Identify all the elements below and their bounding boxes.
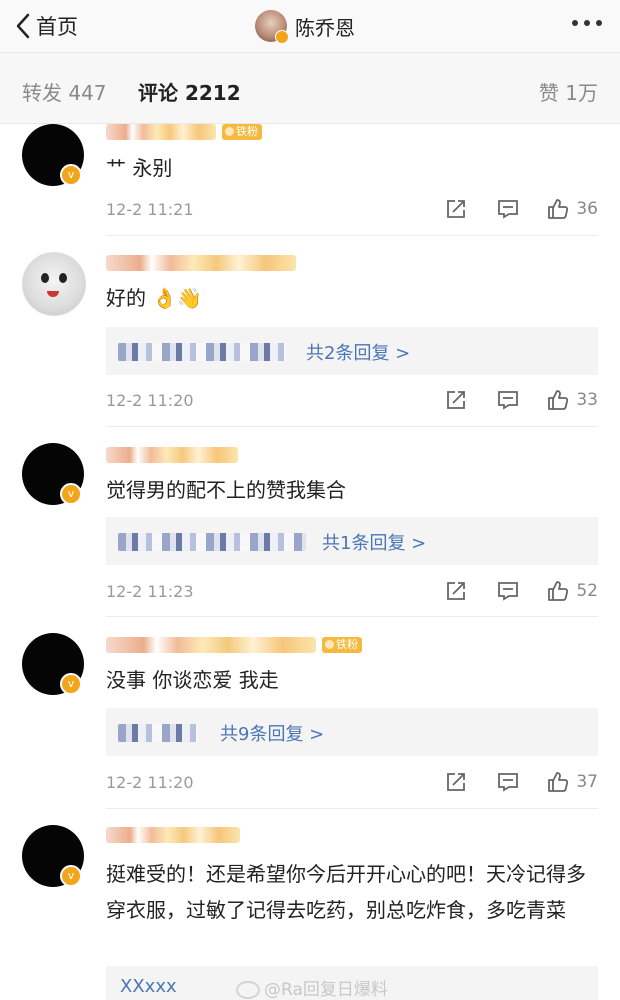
- avatar[interactable]: v: [22, 825, 84, 887]
- like-count: 36: [576, 199, 598, 219]
- more-dots-icon[interactable]: [572, 20, 602, 26]
- share-icon[interactable]: [444, 770, 468, 794]
- like-button[interactable]: 37: [546, 770, 598, 794]
- avatar[interactable]: v: [22, 124, 84, 186]
- thumbs-up-icon: [548, 199, 569, 219]
- tab-bar: 转发 447 评论 2212 赞 1万: [0, 53, 620, 124]
- reply-count-link[interactable]: 共2条回复 >: [306, 339, 410, 365]
- divider: [106, 426, 598, 427]
- reply-preview[interactable]: 共2条回复 >: [106, 327, 598, 375]
- reply-username[interactable]: XXxxx: [120, 976, 177, 997]
- emoji: 👌👋: [152, 286, 203, 310]
- page-title: 陈乔恩: [295, 15, 355, 40]
- verified-badge-icon: [275, 30, 289, 44]
- avatar[interactable]: v: [22, 443, 84, 505]
- thumbs-up-icon: [548, 390, 569, 410]
- comment-time: 12-2 11:20: [106, 391, 194, 410]
- username[interactable]: [106, 637, 316, 653]
- username[interactable]: [106, 255, 296, 271]
- comment-actions: 52: [416, 579, 598, 603]
- comment-icon[interactable]: [496, 388, 520, 412]
- like-count: 37: [576, 772, 598, 792]
- divider: [106, 616, 598, 617]
- comment-icon[interactable]: [496, 770, 520, 794]
- profile-title[interactable]: 陈乔恩: [255, 8, 355, 44]
- comment-icon[interactable]: [496, 197, 520, 221]
- share-icon[interactable]: [444, 197, 468, 221]
- like-button[interactable]: 52: [546, 579, 598, 603]
- comment-text: 艹 永别: [106, 156, 173, 180]
- comment-icon[interactable]: [496, 579, 520, 603]
- comment-actions: 33: [416, 388, 598, 412]
- back-label: 首页: [36, 15, 78, 39]
- verified-badge-icon: v: [60, 164, 82, 186]
- username[interactable]: [106, 447, 238, 463]
- comment-text: 好的 👌👋: [106, 283, 606, 313]
- fan-badge: 铁粉: [222, 124, 262, 140]
- like-count: 52: [576, 581, 598, 601]
- thumbs-up-icon: [548, 772, 569, 792]
- avatar[interactable]: v: [22, 633, 84, 695]
- watermark: @Ra回复日爆料: [236, 975, 388, 1000]
- comment-time: 12-2 11:21: [106, 200, 194, 219]
- divider: [106, 808, 598, 809]
- tab-forward[interactable]: 转发 447: [22, 77, 107, 106]
- reply-preview[interactable]: 共1条回复 >: [106, 517, 598, 565]
- avatar[interactable]: [22, 252, 86, 316]
- comment-actions: 36: [416, 197, 598, 221]
- comment-time: 12-2 11:20: [106, 773, 194, 792]
- like-button[interactable]: 36: [546, 197, 598, 221]
- fan-badge: 铁粉: [322, 637, 362, 653]
- username[interactable]: [106, 827, 240, 843]
- back-button[interactable]: 首页: [14, 10, 78, 42]
- reply-count-link[interactable]: 共9条回复 >: [220, 720, 324, 746]
- username[interactable]: [106, 124, 216, 140]
- like-count: 33: [576, 390, 598, 410]
- thumbs-up-icon: [548, 581, 569, 601]
- tab-comments[interactable]: 评论 2212: [138, 77, 241, 106]
- comment-text: 没事 你谈恋爱 我走: [106, 668, 279, 692]
- top-nav-bar: 首页 陈乔恩: [0, 0, 620, 53]
- like-button[interactable]: 33: [546, 388, 598, 412]
- verified-badge-icon: v: [60, 673, 82, 695]
- tab-likes[interactable]: 赞 1万: [539, 77, 598, 106]
- comment-text: 挺难受的！还是希望你今后开开心心的吧！天冷记得多穿衣服，过敏了记得去吃药，别总吃…: [106, 862, 586, 922]
- reply-preview[interactable]: 共9条回复 >: [106, 708, 598, 756]
- comment-time: 12-2 11:23: [106, 582, 194, 601]
- verified-badge-icon: v: [60, 483, 82, 505]
- verified-badge-icon: v: [60, 865, 82, 887]
- comment-text: 觉得男的配不上的赞我集合: [106, 478, 346, 502]
- comment-actions: 37: [416, 770, 598, 794]
- weibo-icon: [236, 981, 260, 999]
- divider: [106, 235, 598, 236]
- reply-count-link[interactable]: 共1条回复 >: [322, 529, 426, 555]
- share-icon[interactable]: [444, 388, 468, 412]
- chevron-left-icon: [16, 13, 30, 39]
- share-icon[interactable]: [444, 579, 468, 603]
- avatar: [255, 10, 289, 44]
